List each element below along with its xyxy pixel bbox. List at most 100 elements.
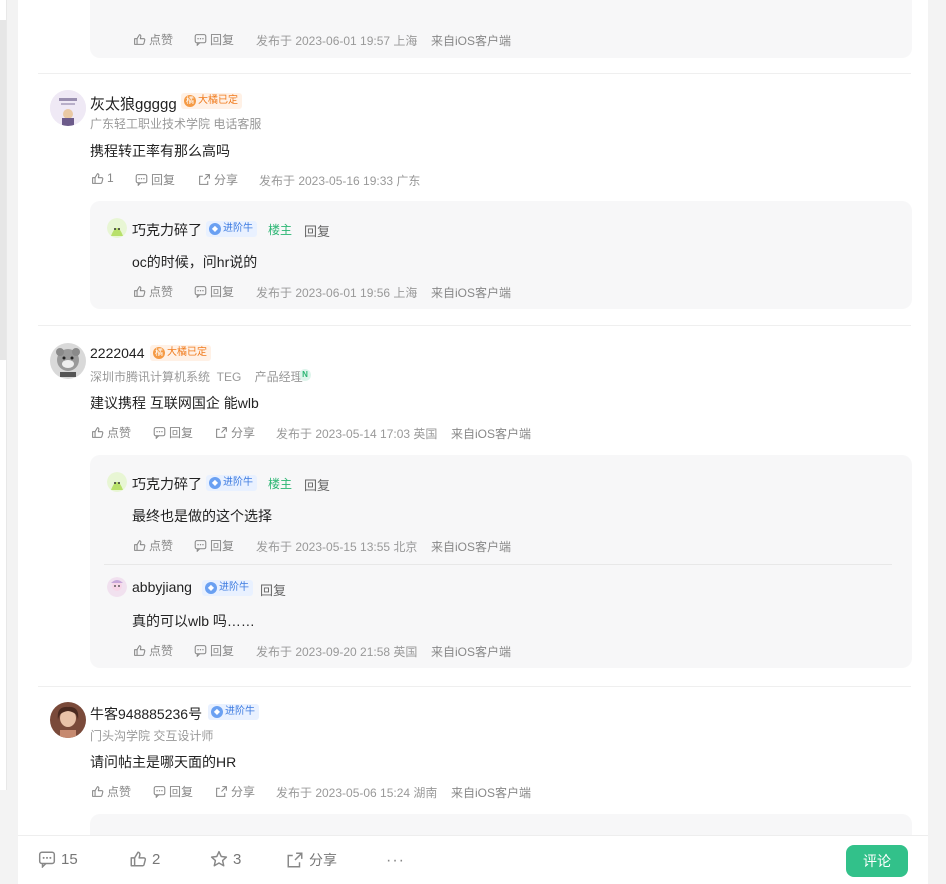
thumbs-up-icon [129, 850, 147, 868]
reply-button[interactable]: 回复 [135, 171, 175, 188]
comment-count-button[interactable]: 15 [38, 850, 78, 868]
star-icon [210, 850, 228, 868]
reply-button[interactable]: 回复 [153, 783, 193, 800]
blue-medal-icon: ◆ [205, 582, 217, 594]
share-button[interactable]: 分享 [286, 850, 337, 870]
comment-source: 来自iOS客户端 [451, 786, 532, 800]
avatar[interactable] [50, 343, 86, 379]
level-badge: ◆ 进阶牛 [202, 580, 253, 596]
reply-time: 发布于 2023-06-01 19:56 上海 [256, 286, 418, 300]
like-button[interactable]: 点赞 [133, 537, 173, 554]
comment-button[interactable]: 评论 [846, 845, 908, 877]
comment-icon [194, 644, 207, 657]
share-button[interactable]: 分享 [215, 424, 255, 441]
reply-time: 发布于 2023-06-01 19:57 上海 [256, 34, 418, 48]
more-options-icon[interactable]: ··· [386, 852, 405, 870]
reply-source: 来自iOS客户端 [431, 34, 512, 48]
reply-source: 来自iOS客户端 [431, 645, 512, 659]
left-scroll-strip [0, 0, 7, 790]
thumbs-up-icon [91, 785, 104, 798]
level-badge: 橘大橘已定 [181, 93, 242, 109]
favorite-button[interactable]: 3 [210, 850, 241, 868]
comments-panel: 点赞 回复 发布于 2023-06-01 19:57 上海 来自iOS客户端 灰… [18, 0, 928, 884]
share-button[interactable]: 分享 [215, 783, 255, 800]
reply-divider [104, 564, 892, 565]
avatar[interactable] [50, 90, 86, 126]
reply-username[interactable]: 巧克力碎了 [132, 220, 202, 240]
comment-icon [194, 539, 207, 552]
like-button[interactable]: 1 [91, 171, 114, 185]
reply-text: oc的时候，问hr说的 [132, 254, 258, 270]
reply-time: 发布于 2023-09-20 21:58 英国 [256, 645, 418, 659]
share-icon [198, 173, 211, 186]
avatar[interactable] [107, 472, 127, 492]
comment-text: 建议携程 互联网国企 能wlb [90, 395, 259, 411]
reply-text: 最终也是做的这个选择 [132, 508, 272, 524]
like-button[interactable]: 点赞 [133, 642, 173, 659]
like-button[interactable]: 点赞 [133, 31, 173, 48]
reply-source: 来自iOS客户端 [431, 286, 512, 300]
level-badge: 橘大橘已定 [150, 345, 211, 361]
n-badge-icon: N [299, 369, 311, 381]
thumbs-up-icon [133, 285, 146, 298]
divider [38, 73, 911, 74]
reply-button[interactable]: 回复 [194, 283, 234, 300]
blue-medal-icon: ◆ [209, 477, 221, 489]
comment-icon [153, 426, 166, 439]
thumbs-up-icon [91, 426, 104, 439]
comment-icon [135, 173, 148, 186]
blue-medal-icon: ◆ [209, 223, 221, 235]
reply-time: 发布于 2023-05-15 13:55 北京 [256, 540, 418, 554]
author-tag: 楼主 [268, 477, 293, 491]
comment-time: 发布于 2023-05-14 17:03 英国 [276, 427, 438, 441]
share-icon [215, 426, 228, 439]
share-icon [286, 851, 304, 869]
avatar[interactable] [107, 577, 127, 597]
bottom-action-bar: 15 2 3 分享 ··· 评论 [18, 835, 928, 884]
avatar[interactable] [50, 702, 86, 738]
level-badge: ◆ 进阶牛 [206, 221, 257, 237]
comment-icon [194, 33, 207, 46]
reply-link[interactable]: 回复 [304, 221, 330, 240]
reply-button[interactable]: 回复 [194, 642, 234, 659]
orange-medal-icon: 橘 [184, 95, 196, 107]
reply-button[interactable]: 回复 [194, 537, 234, 554]
reply-button[interactable]: 回复 [194, 31, 234, 48]
user-affiliation: 广东轻工职业技术学院 电话客服 [90, 117, 262, 131]
user-affiliation: 深圳市腾讯计算机系统 TEG 产品经理 [90, 370, 303, 384]
comment-time: 发布于 2023-05-06 15:24 湖南 [276, 786, 438, 800]
comment-icon [38, 850, 56, 868]
share-button[interactable]: 分享 [198, 171, 238, 188]
avatar[interactable] [107, 218, 127, 238]
comment-username[interactable]: 2222044 [90, 345, 145, 361]
like-button[interactable]: 点赞 [91, 783, 131, 800]
user-affiliation: 门头沟学院 交互设计师 [90, 729, 214, 743]
blue-medal-icon: ◆ [211, 706, 223, 718]
comment-username[interactable]: 牛客948885236号 [90, 704, 202, 724]
reply-box-top [90, 0, 912, 58]
comment-text: 请问帖主是哪天面的HR [90, 754, 237, 770]
like-button[interactable]: 点赞 [133, 283, 173, 300]
comment-time: 发布于 2023-05-16 19:33 广东 [259, 174, 421, 188]
like-button[interactable]: 点赞 [91, 424, 131, 441]
divider [38, 686, 911, 687]
reply-source: 来自iOS客户端 [431, 540, 512, 554]
author-tag: 楼主 [268, 223, 293, 237]
comment-icon [153, 785, 166, 798]
reply-link[interactable]: 回复 [260, 580, 286, 599]
thumbs-up-icon [133, 539, 146, 552]
orange-medal-icon: 橘 [153, 347, 165, 359]
comment-source: 来自iOS客户端 [451, 427, 532, 441]
reply-button[interactable]: 回复 [153, 424, 193, 441]
reply-username[interactable]: 巧克力碎了 [132, 474, 202, 494]
reply-username[interactable]: abbyjiang [132, 579, 192, 595]
like-count-button[interactable]: 2 [129, 850, 160, 868]
thumbs-up-icon [91, 172, 104, 185]
comment-text: 携程转正率有那么高吗 [90, 143, 230, 159]
reply-link[interactable]: 回复 [304, 475, 330, 494]
level-badge: ◆ 进阶牛 [206, 475, 257, 491]
thumbs-up-icon [133, 33, 146, 46]
comment-username[interactable]: 灰太狼ggggg [90, 93, 177, 114]
comment-icon [194, 285, 207, 298]
thumbs-up-icon [133, 644, 146, 657]
